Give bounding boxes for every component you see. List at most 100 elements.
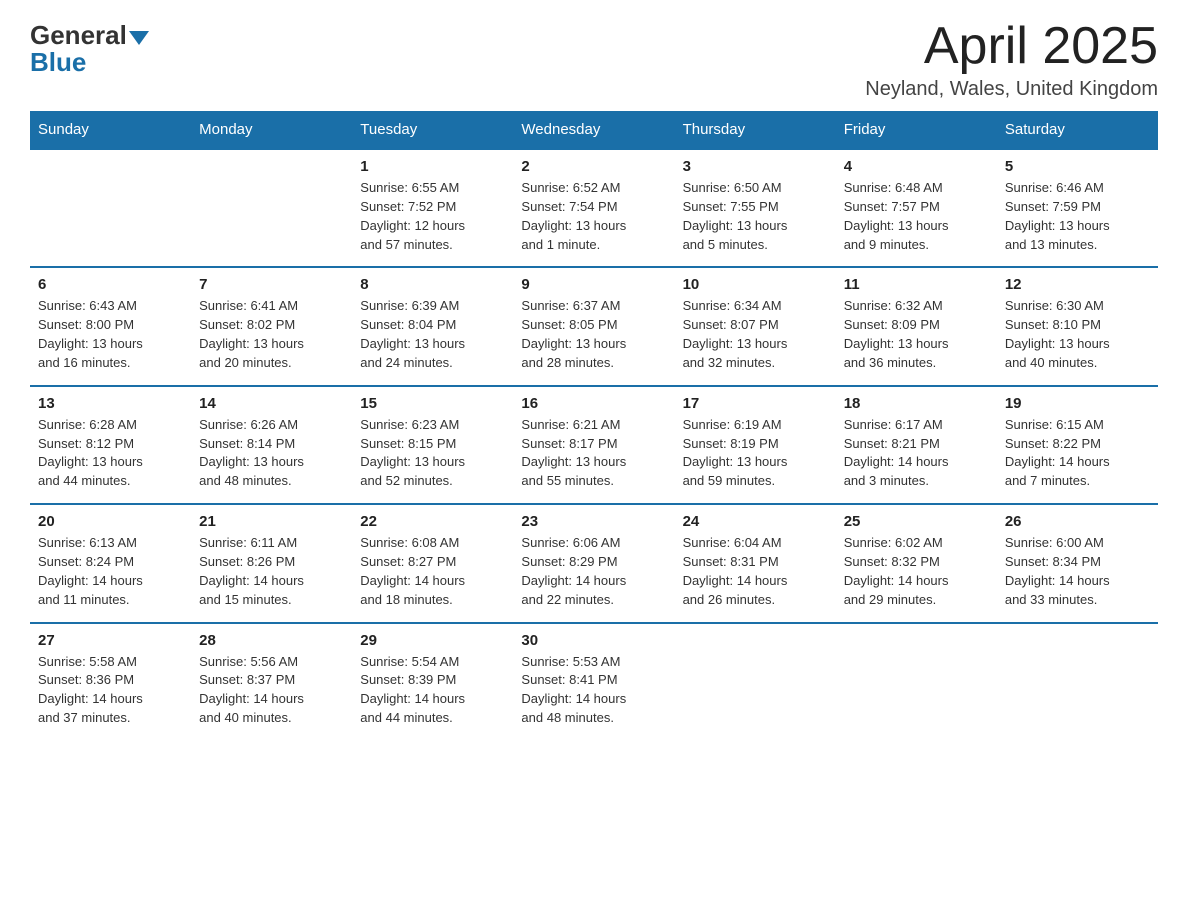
day-number: 15: [360, 395, 505, 412]
calendar-cell: 6 Sunrise: 6:43 AMSunset: 8:00 PMDaylight…: [30, 267, 191, 385]
calendar-cell: 18 Sunrise: 6:17 AMSunset: 8:21 PMDayligh…: [836, 386, 997, 504]
day-number: 1: [360, 158, 505, 175]
day-number: 27: [38, 632, 183, 649]
day-number: 4: [844, 158, 989, 175]
day-info: Sunrise: 6:50 AMSunset: 7:55 PMDaylight:…: [683, 179, 828, 254]
calendar-cell: 11Sunrise: 6:32 AMSunset: 8:09 PMDayligh…: [836, 267, 997, 385]
day-number: 8: [360, 276, 505, 293]
day-number: 18: [844, 395, 989, 412]
day-number: 26: [1005, 513, 1150, 530]
day-number: 12: [1005, 276, 1150, 293]
calendar-cell: 8 Sunrise: 6:39 AMSunset: 8:04 PMDaylight…: [352, 267, 513, 385]
calendar-cell: 15 Sunrise: 6:23 AMSunset: 8:15 PMDayligh…: [352, 386, 513, 504]
calendar-cell: 30 Sunrise: 5:53 AMSunset: 8:41 PMDayligh…: [513, 623, 674, 740]
day-number: 10: [683, 276, 828, 293]
day-number: 24: [683, 513, 828, 530]
day-number: 23: [521, 513, 666, 530]
calendar-cell: 9Sunrise: 6:37 AMSunset: 8:05 PMDaylight…: [513, 267, 674, 385]
day-number: 6: [38, 276, 183, 293]
day-number: 3: [683, 158, 828, 175]
day-number: 16: [521, 395, 666, 412]
day-number: 19: [1005, 395, 1150, 412]
weekday-header-wednesday: Wednesday: [513, 111, 674, 149]
day-info: Sunrise: 6:00 AMSunset: 8:34 PMDaylight:…: [1005, 534, 1150, 609]
logo: General Blue: [30, 20, 149, 78]
calendar-cell: 13Sunrise: 6:28 AMSunset: 8:12 PMDayligh…: [30, 386, 191, 504]
day-number: 20: [38, 513, 183, 530]
calendar-cell: [675, 623, 836, 740]
weekday-header-monday: Monday: [191, 111, 352, 149]
day-number: 29: [360, 632, 505, 649]
day-number: 30: [521, 632, 666, 649]
day-info: Sunrise: 6:23 AMSunset: 8:15 PMDaylight:…: [360, 416, 505, 491]
calendar-cell: [997, 623, 1158, 740]
day-info: Sunrise: 6:48 AMSunset: 7:57 PMDaylight:…: [844, 179, 989, 254]
weekday-header-friday: Friday: [836, 111, 997, 149]
day-info: Sunrise: 6:02 AMSunset: 8:32 PMDaylight:…: [844, 534, 989, 609]
day-info: Sunrise: 6:15 AMSunset: 8:22 PMDaylight:…: [1005, 416, 1150, 491]
day-info: Sunrise: 5:53 AMSunset: 8:41 PMDaylight:…: [521, 653, 666, 728]
day-info: Sunrise: 6:52 AMSunset: 7:54 PMDaylight:…: [521, 179, 666, 254]
day-info: Sunrise: 6:17 AMSunset: 8:21 PMDaylight:…: [844, 416, 989, 491]
day-number: 22: [360, 513, 505, 530]
day-info: Sunrise: 5:56 AMSunset: 8:37 PMDaylight:…: [199, 653, 344, 728]
calendar-cell: 4 Sunrise: 6:48 AMSunset: 7:57 PMDaylight…: [836, 149, 997, 267]
calendar-cell: 2 Sunrise: 6:52 AMSunset: 7:54 PMDaylight…: [513, 149, 674, 267]
main-title: April 2025: [865, 20, 1158, 72]
day-info: Sunrise: 6:39 AMSunset: 8:04 PMDaylight:…: [360, 297, 505, 372]
day-info: Sunrise: 6:34 AMSunset: 8:07 PMDaylight:…: [683, 297, 828, 372]
day-number: 11: [844, 276, 989, 293]
weekday-header-sunday: Sunday: [30, 111, 191, 149]
day-info: Sunrise: 6:30 AMSunset: 8:10 PMDaylight:…: [1005, 297, 1150, 372]
week-row-2: 6 Sunrise: 6:43 AMSunset: 8:00 PMDaylight…: [30, 267, 1158, 385]
calendar-cell: 29Sunrise: 5:54 AMSunset: 8:39 PMDayligh…: [352, 623, 513, 740]
day-info: Sunrise: 6:21 AMSunset: 8:17 PMDaylight:…: [521, 416, 666, 491]
title-block: April 2025 Neyland, Wales, United Kingdo…: [865, 20, 1158, 101]
calendar-cell: 23 Sunrise: 6:06 AMSunset: 8:29 PMDayligh…: [513, 504, 674, 622]
calendar-cell: 14 Sunrise: 6:26 AMSunset: 8:14 PMDayligh…: [191, 386, 352, 504]
day-info: Sunrise: 5:58 AMSunset: 8:36 PMDaylight:…: [38, 653, 183, 728]
day-info: Sunrise: 6:26 AMSunset: 8:14 PMDaylight:…: [199, 416, 344, 491]
day-number: 21: [199, 513, 344, 530]
calendar-cell: 26 Sunrise: 6:00 AMSunset: 8:34 PMDayligh…: [997, 504, 1158, 622]
calendar-cell: 1 Sunrise: 6:55 AMSunset: 7:52 PMDaylight…: [352, 149, 513, 267]
day-info: Sunrise: 6:06 AMSunset: 8:29 PMDaylight:…: [521, 534, 666, 609]
weekday-header-row: SundayMondayTuesdayWednesdayThursdayFrid…: [30, 111, 1158, 149]
logo-blue: Blue: [30, 47, 86, 78]
week-row-1: 1 Sunrise: 6:55 AMSunset: 7:52 PMDaylight…: [30, 149, 1158, 267]
day-info: Sunrise: 6:08 AMSunset: 8:27 PMDaylight:…: [360, 534, 505, 609]
calendar-cell: 24 Sunrise: 6:04 AMSunset: 8:31 PMDayligh…: [675, 504, 836, 622]
weekday-header-thursday: Thursday: [675, 111, 836, 149]
calendar-cell: 3 Sunrise: 6:50 AMSunset: 7:55 PMDaylight…: [675, 149, 836, 267]
day-info: Sunrise: 6:19 AMSunset: 8:19 PMDaylight:…: [683, 416, 828, 491]
calendar-table: SundayMondayTuesdayWednesdayThursdayFrid…: [30, 111, 1158, 740]
day-info: Sunrise: 6:11 AMSunset: 8:26 PMDaylight:…: [199, 534, 344, 609]
calendar-cell: [30, 149, 191, 267]
calendar-cell: 7Sunrise: 6:41 AMSunset: 8:02 PMDaylight…: [191, 267, 352, 385]
calendar-cell: 21 Sunrise: 6:11 AMSunset: 8:26 PMDayligh…: [191, 504, 352, 622]
weekday-header-saturday: Saturday: [997, 111, 1158, 149]
week-row-3: 13Sunrise: 6:28 AMSunset: 8:12 PMDayligh…: [30, 386, 1158, 504]
day-info: Sunrise: 6:55 AMSunset: 7:52 PMDaylight:…: [360, 179, 505, 254]
day-info: Sunrise: 6:41 AMSunset: 8:02 PMDaylight:…: [199, 297, 344, 372]
logo-arrow-icon: [129, 31, 149, 45]
week-row-4: 20Sunrise: 6:13 AMSunset: 8:24 PMDayligh…: [30, 504, 1158, 622]
calendar-cell: 12 Sunrise: 6:30 AMSunset: 8:10 PMDayligh…: [997, 267, 1158, 385]
day-info: Sunrise: 6:43 AMSunset: 8:00 PMDaylight:…: [38, 297, 183, 372]
calendar-cell: 28Sunrise: 5:56 AMSunset: 8:37 PMDayligh…: [191, 623, 352, 740]
day-number: 2: [521, 158, 666, 175]
week-row-5: 27 Sunrise: 5:58 AMSunset: 8:36 PMDayligh…: [30, 623, 1158, 740]
calendar-cell: 10 Sunrise: 6:34 AMSunset: 8:07 PMDayligh…: [675, 267, 836, 385]
location-subtitle: Neyland, Wales, United Kingdom: [865, 78, 1158, 101]
calendar-cell: 16 Sunrise: 6:21 AMSunset: 8:17 PMDayligh…: [513, 386, 674, 504]
calendar-cell: 25 Sunrise: 6:02 AMSunset: 8:32 PMDayligh…: [836, 504, 997, 622]
weekday-header-tuesday: Tuesday: [352, 111, 513, 149]
page-header: General Blue April 2025 Neyland, Wales, …: [30, 20, 1158, 101]
day-info: Sunrise: 6:04 AMSunset: 8:31 PMDaylight:…: [683, 534, 828, 609]
day-number: 9: [521, 276, 666, 293]
calendar-cell: 19 Sunrise: 6:15 AMSunset: 8:22 PMDayligh…: [997, 386, 1158, 504]
day-number: 25: [844, 513, 989, 530]
day-number: 14: [199, 395, 344, 412]
calendar-cell: 27 Sunrise: 5:58 AMSunset: 8:36 PMDayligh…: [30, 623, 191, 740]
calendar-cell: 20Sunrise: 6:13 AMSunset: 8:24 PMDayligh…: [30, 504, 191, 622]
